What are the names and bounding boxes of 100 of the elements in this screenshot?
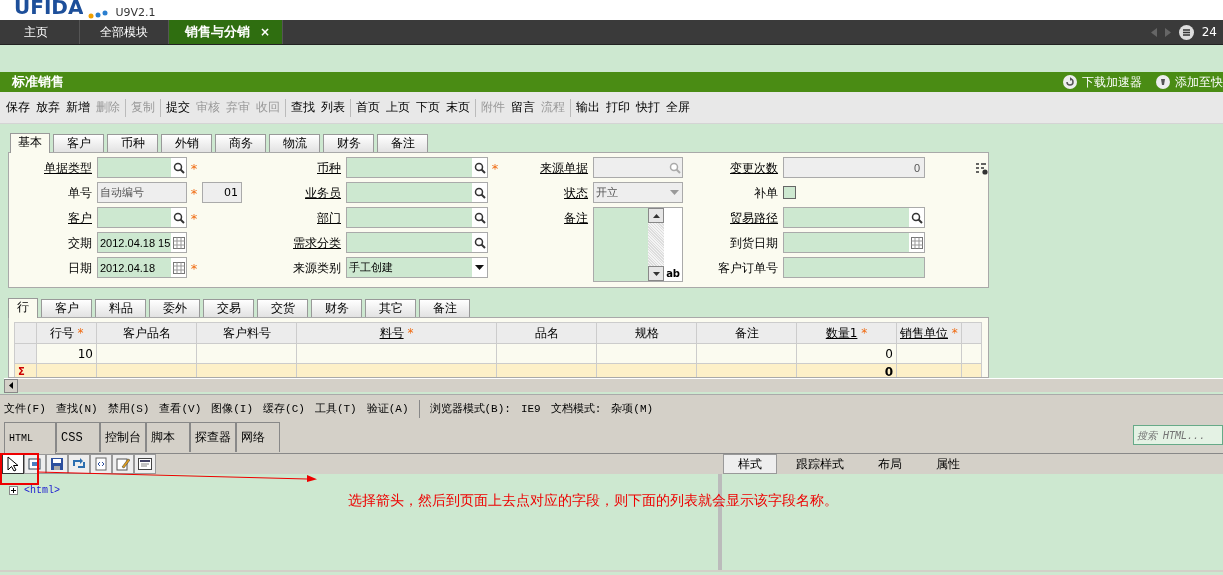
form-tab[interactable]: 商务 bbox=[215, 134, 266, 152]
nav-tab[interactable]: 主页 bbox=[4, 20, 80, 44]
grid-tab[interactable]: 客户 bbox=[41, 299, 92, 317]
field-label-link[interactable]: 备注 bbox=[507, 207, 594, 229]
checkbox[interactable] bbox=[783, 186, 797, 199]
devtools-tab[interactable]: 探查器 bbox=[190, 422, 236, 452]
scroll-left-icon[interactable] bbox=[9, 382, 13, 389]
lookup-field[interactable] bbox=[97, 207, 187, 228]
form-tab[interactable]: 物流 bbox=[269, 134, 320, 152]
scroll-up-icon[interactable] bbox=[652, 213, 660, 218]
form-tab[interactable]: 外销 bbox=[161, 134, 212, 152]
toolbar-button[interactable]: 首页 bbox=[353, 99, 383, 116]
menu-item[interactable]: 查看(V) bbox=[159, 401, 202, 416]
tree-node[interactable]: <html> bbox=[24, 485, 60, 496]
left-arrow-icon[interactable] bbox=[1150, 27, 1157, 37]
devtools-tab[interactable]: 脚本 bbox=[146, 422, 190, 452]
input-field[interactable] bbox=[783, 257, 926, 278]
title-action-link[interactable]: 添加至快 bbox=[1156, 73, 1223, 91]
grid-tab[interactable]: 财务 bbox=[311, 299, 362, 317]
right-arrow-icon[interactable] bbox=[1164, 27, 1171, 37]
devtools-tab[interactable]: CSS bbox=[56, 422, 100, 452]
column-header[interactable]: 数量1 * bbox=[796, 322, 897, 344]
toolbar-button[interactable]: 新增 bbox=[63, 99, 93, 116]
style-tab[interactable]: 跟踪样式 bbox=[781, 454, 859, 474]
grid-tab[interactable]: 行 bbox=[8, 298, 38, 318]
form-tab[interactable]: 币种 bbox=[107, 134, 158, 152]
form-tab[interactable]: 基本 bbox=[10, 133, 50, 153]
column-header[interactable]: 客户料号 bbox=[196, 322, 297, 344]
menu-item[interactable]: 验证(A) bbox=[366, 401, 409, 416]
menu-item[interactable]: 查找(N) bbox=[55, 401, 98, 416]
menu-item[interactable]: 工具(T) bbox=[314, 401, 357, 416]
toolbar-button[interactable]: 输出 bbox=[573, 99, 603, 116]
devtools-tab[interactable]: HTML bbox=[4, 422, 56, 454]
toolbar-button[interactable]: 快打 bbox=[633, 99, 663, 116]
date-field[interactable]: 2012.04.18 15 bbox=[97, 232, 187, 253]
form-tab[interactable]: 客户 bbox=[53, 134, 104, 152]
column-header[interactable]: 备注 bbox=[696, 322, 797, 344]
column-header[interactable]: 销售单位 * bbox=[896, 322, 962, 344]
page-title: 标准销售 bbox=[12, 73, 65, 91]
field-label-link[interactable]: 业务员 bbox=[258, 182, 346, 204]
menu-item[interactable]: 禁用(S) bbox=[107, 401, 150, 416]
field-label-link[interactable]: 单据类型 bbox=[9, 157, 97, 179]
toolbar-button[interactable]: 上页 bbox=[383, 99, 413, 116]
expand-icon[interactable] bbox=[9, 486, 18, 495]
devtools-tab[interactable]: 控制台 bbox=[100, 422, 146, 452]
toolbar-button[interactable]: 列表 bbox=[318, 99, 348, 116]
toolbar-button[interactable]: 查找 bbox=[288, 99, 318, 116]
toolbar-button[interactable]: 保存 bbox=[3, 99, 33, 116]
column-header[interactable]: 规格 bbox=[596, 322, 697, 344]
toolbar-button[interactable]: 末页 bbox=[443, 99, 473, 116]
lookup-field[interactable] bbox=[346, 157, 488, 178]
toolbar-button[interactable]: 放弃 bbox=[33, 99, 63, 116]
form-tab[interactable]: 财务 bbox=[323, 134, 374, 152]
search-field[interactable]: 搜索 HTML... bbox=[1133, 425, 1223, 445]
column-settings-icon[interactable] bbox=[976, 163, 988, 175]
mode-menu[interactable]: 杂项(M) bbox=[611, 401, 654, 416]
column-header[interactable]: 料号 * bbox=[296, 322, 497, 344]
toolbar-button[interactable]: 下页 bbox=[413, 99, 443, 116]
horizontal-scrollbar[interactable] bbox=[4, 378, 1223, 392]
field-label-link[interactable]: 贸易路径 bbox=[697, 207, 784, 229]
column-header[interactable]: 客户品名 bbox=[96, 322, 197, 344]
lookup-field[interactable] bbox=[346, 182, 488, 203]
nav-tab[interactable]: 销售与分销 × bbox=[169, 20, 284, 44]
field-label-link[interactable]: 客户 bbox=[9, 207, 97, 229]
toolbar-button[interactable]: 打印 bbox=[603, 99, 633, 116]
memo-field[interactable]: ab bbox=[593, 207, 684, 282]
date-field[interactable] bbox=[783, 232, 926, 253]
title-action-link[interactable]: 下载加速器 bbox=[1063, 73, 1142, 91]
field-label-link[interactable]: 需求分类 bbox=[258, 232, 346, 254]
toolbar-button[interactable]: 全屏 bbox=[663, 99, 693, 116]
date-field[interactable]: 2012.04.18 bbox=[97, 257, 187, 278]
form-tab[interactable]: 备注 bbox=[377, 134, 428, 152]
grid-tab[interactable]: 备注 bbox=[419, 299, 470, 317]
style-tab[interactable]: 属性 bbox=[921, 454, 975, 474]
style-tab[interactable]: 样式 bbox=[723, 454, 777, 474]
menu-item[interactable]: 图像(I) bbox=[211, 401, 254, 416]
lookup-field[interactable] bbox=[346, 207, 488, 228]
close-button[interactable]: × bbox=[260, 25, 271, 39]
lookup-field[interactable] bbox=[97, 157, 187, 178]
dropdown-field[interactable]: 手工创建 bbox=[346, 257, 488, 278]
toolbar-button[interactable]: 提交 bbox=[163, 99, 193, 116]
grid-tab[interactable]: 交易 bbox=[203, 299, 254, 317]
mode-menu[interactable]: IE9 bbox=[520, 402, 541, 415]
list-icon[interactable] bbox=[1178, 24, 1194, 40]
scroll-down-icon[interactable] bbox=[652, 271, 660, 276]
lookup-field[interactable] bbox=[783, 207, 926, 228]
grid-tab[interactable]: 交货 bbox=[257, 299, 308, 317]
menu-item[interactable]: 文件(F) bbox=[4, 401, 46, 416]
grid-tab[interactable]: 料品 bbox=[95, 299, 146, 317]
column-header[interactable]: 行号 * bbox=[36, 322, 97, 344]
menu-item[interactable]: 缓存(C) bbox=[263, 401, 305, 416]
grid-tab[interactable]: 委外 bbox=[149, 299, 200, 317]
column-header[interactable]: 品名 bbox=[496, 322, 597, 344]
field-label-link[interactable]: 币种 bbox=[258, 157, 346, 179]
devtools-tab[interactable]: 网络 bbox=[236, 422, 280, 452]
lookup-field[interactable] bbox=[346, 232, 488, 253]
style-tab[interactable]: 布局 bbox=[863, 454, 917, 474]
field-label-link[interactable]: 部门 bbox=[258, 207, 346, 229]
toolbar-button[interactable]: 留言 bbox=[508, 99, 538, 116]
grid-tab[interactable]: 其它 bbox=[365, 299, 416, 317]
